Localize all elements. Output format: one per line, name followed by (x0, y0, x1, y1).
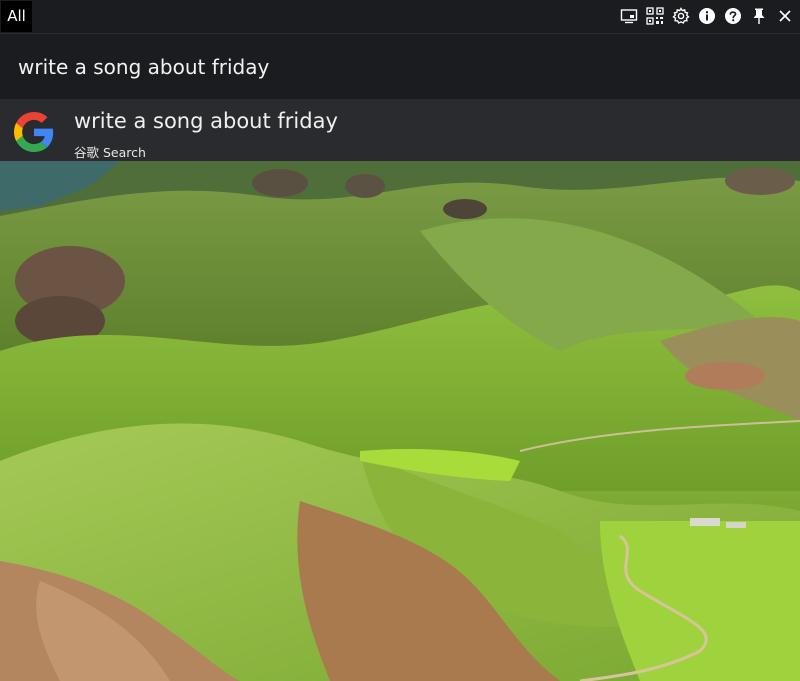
top-bar: All (0, 0, 800, 34)
toolbar (614, 5, 796, 27)
search-input[interactable] (0, 34, 798, 99)
result-title: write a song about friday (74, 109, 338, 133)
result-subtitle: 谷歌 Search (74, 145, 146, 160)
gear-icon[interactable] (670, 5, 692, 27)
launcher-window: All write a song about friday write a so… (0, 0, 800, 681)
search-result-item[interactable]: write a song about friday 谷歌 Search (0, 99, 800, 161)
landscape-illustration (0, 161, 800, 681)
search-row (0, 34, 800, 99)
close-icon[interactable] (774, 5, 796, 27)
qr-code-icon[interactable] (644, 5, 666, 27)
pin-icon[interactable] (748, 5, 770, 27)
google-icon (14, 112, 54, 152)
tab-all[interactable]: All (1, 1, 32, 32)
wallpaper-image (0, 161, 800, 681)
monitor-icon[interactable] (618, 5, 640, 27)
help-icon[interactable] (722, 5, 744, 27)
info-icon[interactable] (696, 5, 718, 27)
